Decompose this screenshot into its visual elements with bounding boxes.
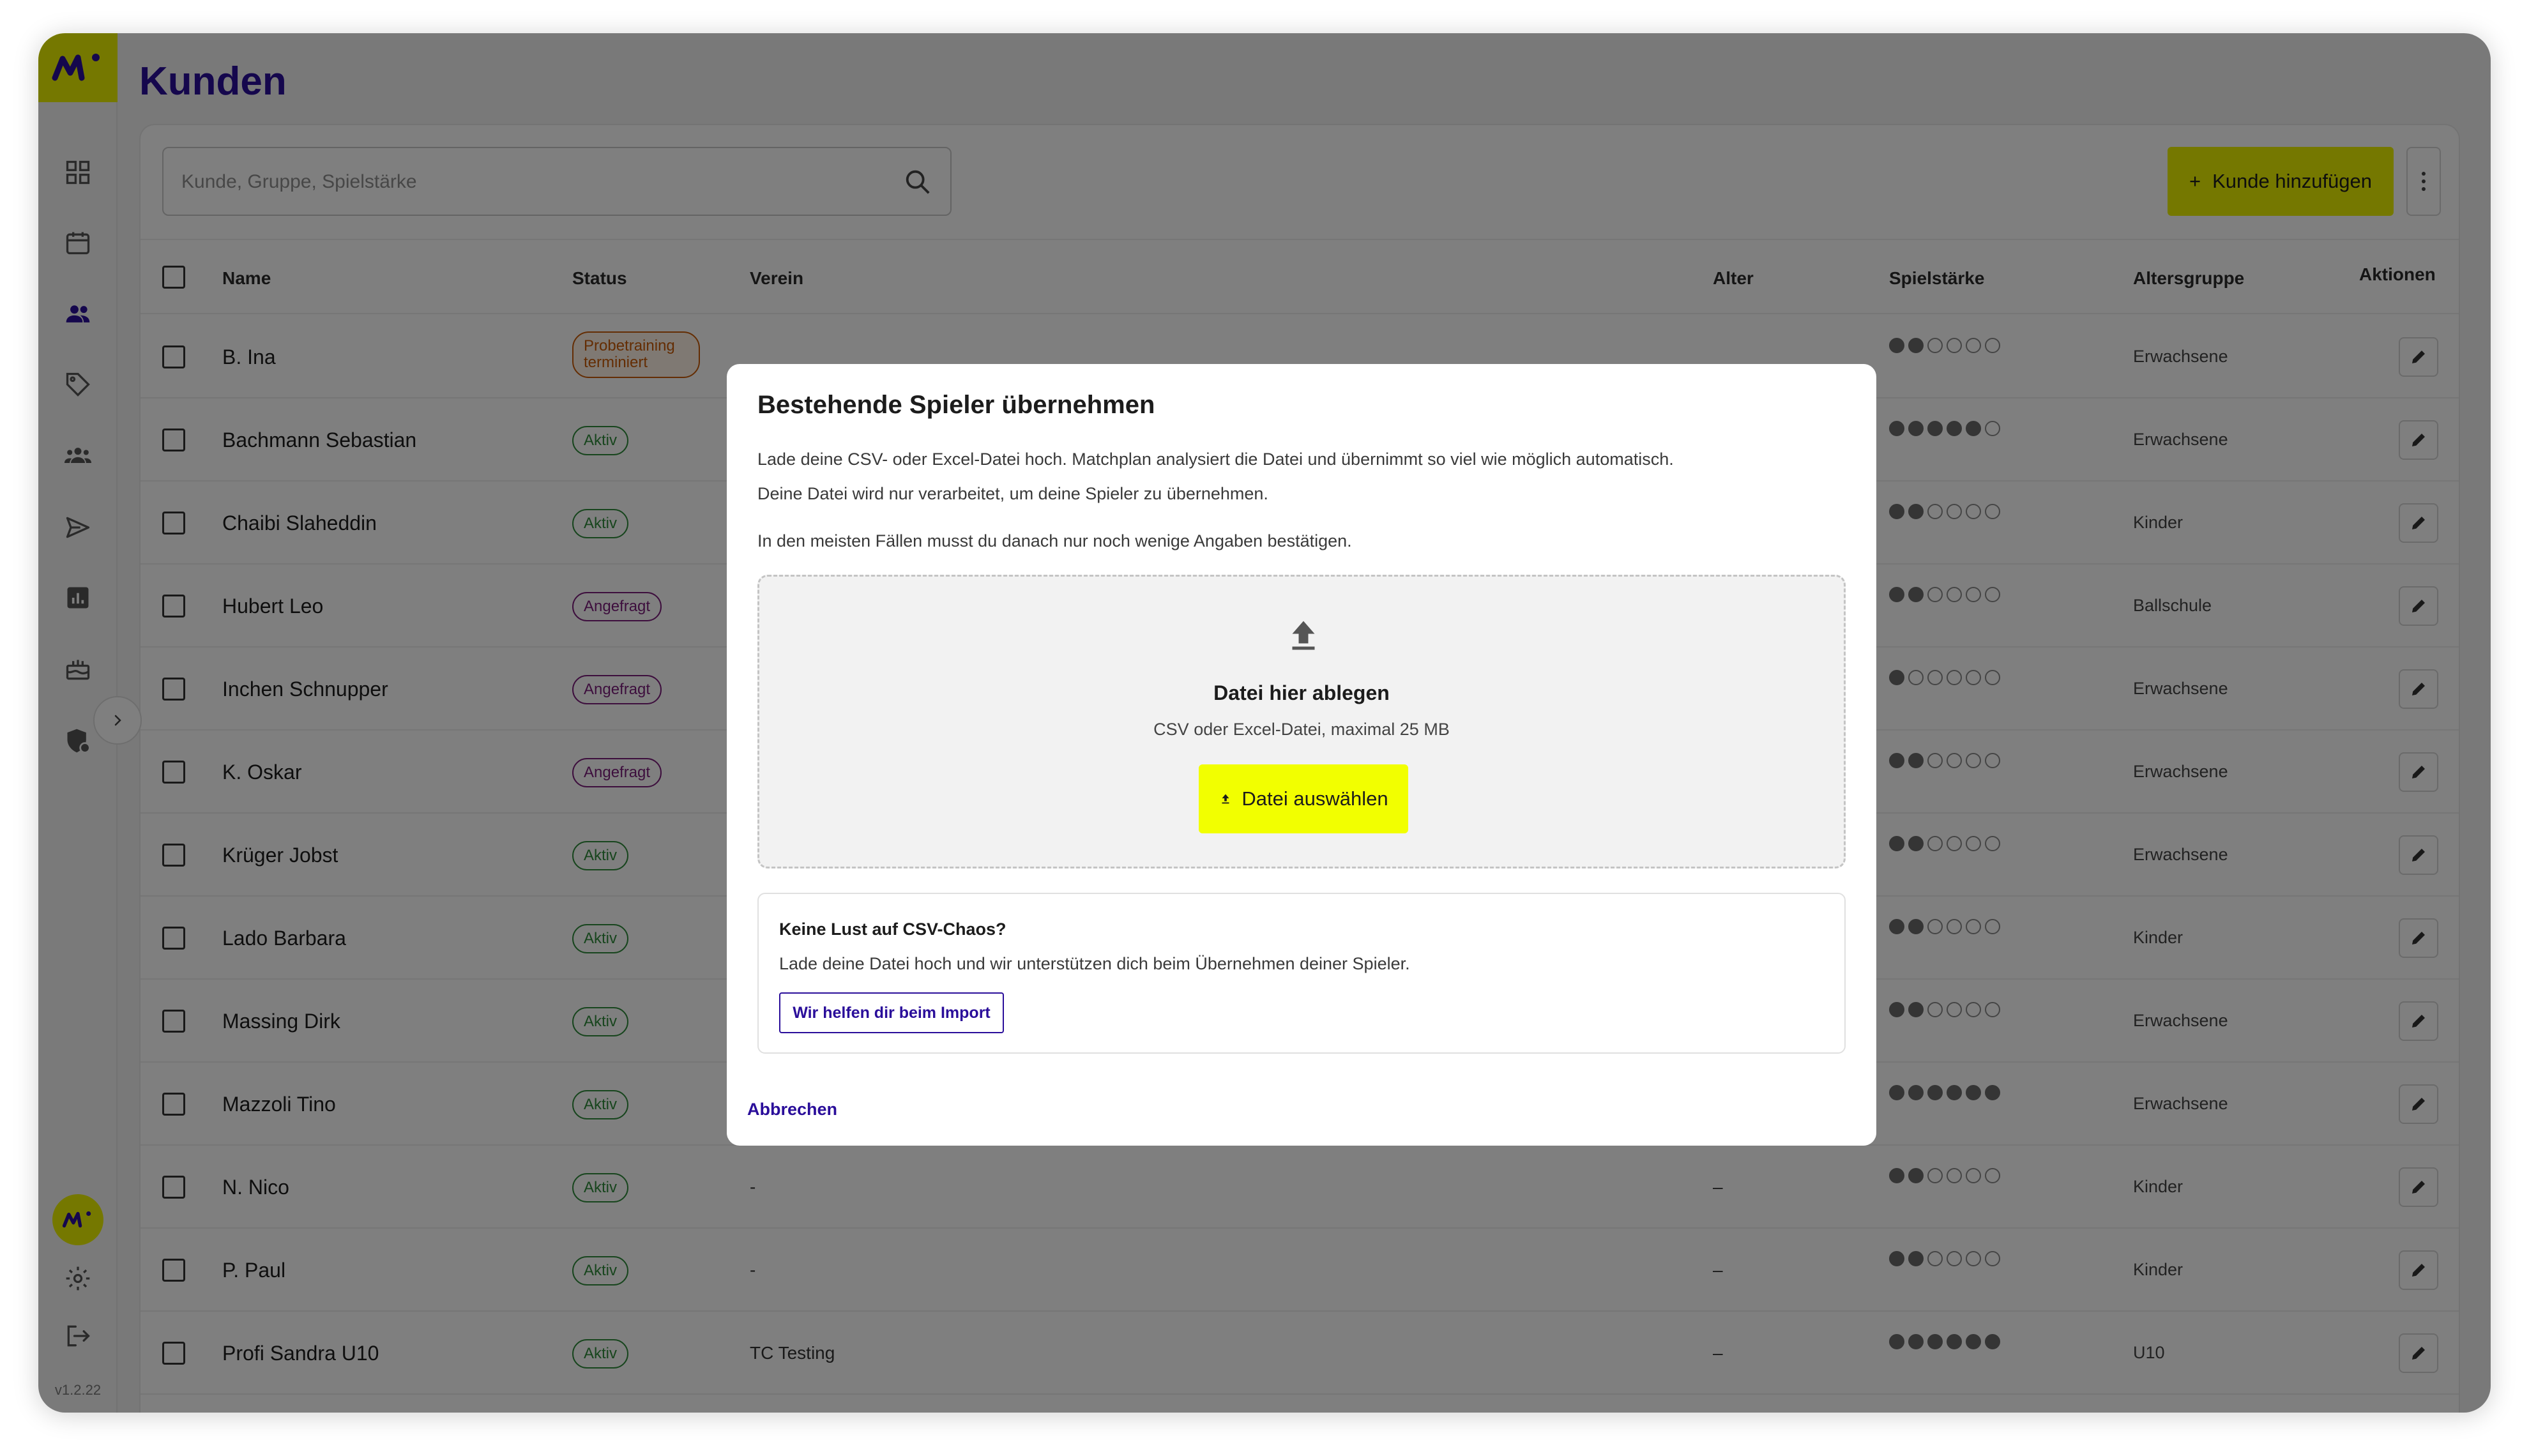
app-window: v1.2.22 Kunden Kunde, Gruppe, Spielstärk… [38,33,2491,1413]
import-players-dialog: Bestehende Spieler übernehmen Lade deine… [727,364,1876,1146]
file-dropzone[interactable]: Datei hier ablegen CSV oder Excel-Datei,… [757,575,1846,868]
help-title: Keine Lust auf CSV-Chaos? [779,920,1006,939]
cancel-button[interactable]: Abbrechen [747,1100,837,1119]
dialog-text-2: Deine Datei wird nur verarbeitet, um dei… [757,484,1268,503]
import-help-button[interactable]: Wir helfen dir beim Import [779,992,1004,1033]
dropzone-title: Datei hier ablegen [1213,681,1390,704]
dialog-text-1: Lade deine CSV- oder Excel-Datei hoch. M… [757,450,1674,469]
upload-small-icon [1222,794,1229,804]
help-text: Lade deine Datei hoch und wir unterstütz… [779,954,1410,973]
dialog-text-3: In den meisten Fällen musst du danach nu… [757,531,1352,550]
import-help-box: Keine Lust auf CSV-Chaos? Lade deine Dat… [757,893,1846,1054]
choose-file-label: Datei auswählen [1242,787,1388,810]
dialog-title: Bestehende Spieler übernehmen [757,391,1155,419]
dropzone-subtitle: CSV oder Excel-Datei, maximal 25 MB [1153,720,1450,739]
upload-icon [1292,621,1315,650]
choose-file-button[interactable]: Datei auswählen [1199,764,1408,833]
